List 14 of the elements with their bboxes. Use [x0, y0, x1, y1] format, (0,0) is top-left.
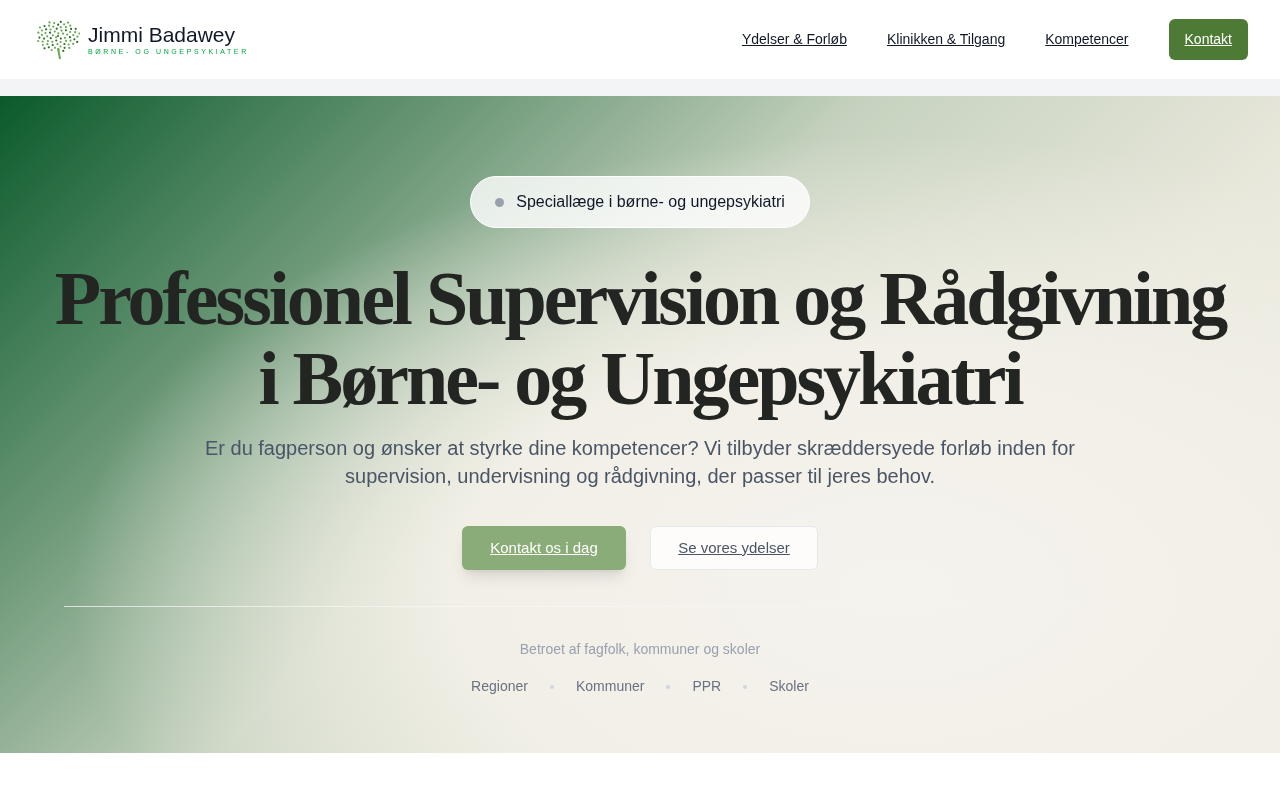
nav-link[interactable]: Kompetencer	[1045, 29, 1129, 50]
badge-text: Speciallæge i børne- og ungepsykiatri	[516, 192, 785, 212]
trust-item: Kommuner	[575, 677, 645, 696]
trust-item: PPR	[692, 677, 722, 696]
trust-item: Skoler	[769, 677, 809, 696]
nav-link[interactable]: Klinikken & Tilgang	[886, 29, 1006, 50]
hero-heading: Professionel Supervision og Rådgivning i Børne- og Ungepsykiatri	[54, 255, 1226, 422]
trust-caption: Betroet af fagfolk, kommuner og skoler	[519, 640, 761, 659]
hero-subtitle: Er du fagperson og ønsker at styrke dine kompetencer? Vi tilbyder skræddersyede forløb inden for supervision, undervisning og rådgivning, der passer til jeres behov.	[203, 436, 1077, 489]
nav-link[interactable]: Ydelser & Forløb	[741, 29, 847, 50]
services-button[interactable]: Se vores ydelser	[650, 526, 818, 570]
trust-item: Regioner	[471, 677, 528, 696]
brand-name: Jimmi Badawey	[88, 22, 237, 47]
contact-button[interactable]: Kontakt	[1168, 19, 1248, 60]
